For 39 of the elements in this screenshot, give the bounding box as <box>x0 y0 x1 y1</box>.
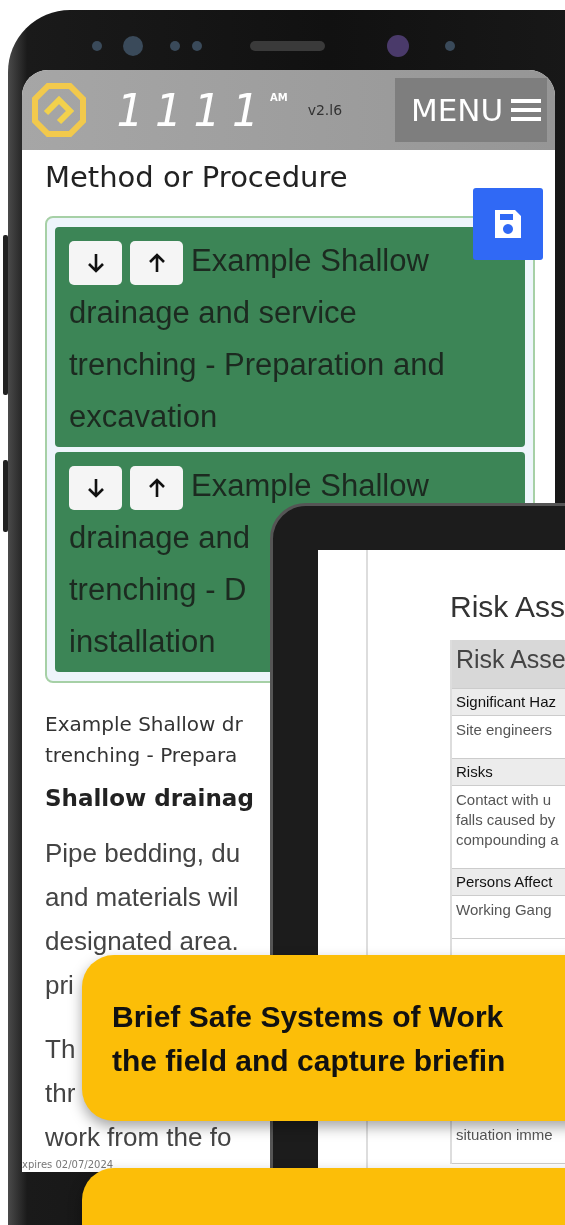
up-arrow-icon <box>147 477 166 499</box>
section-subheading: Shallow drainag <box>45 785 254 811</box>
logo-icon <box>32 83 86 137</box>
up-arrow-icon <box>147 252 166 274</box>
save-button[interactable] <box>473 188 543 260</box>
paragraph-line: and materials wil <box>45 881 239 914</box>
menu-icon <box>511 98 542 122</box>
paragraph-line: Th <box>45 1033 76 1066</box>
version-label: v2.l6 <box>307 102 343 118</box>
logo-suffix: AM <box>269 92 288 103</box>
table-label-cell: Persons Affect <box>452 869 565 896</box>
table-label-cell: Risks <box>452 759 565 786</box>
step-title: Example Shallow <box>191 242 429 280</box>
page-title: Method or Procedure <box>45 160 349 196</box>
table-cell: Working Gang <box>452 896 565 939</box>
move-up-button[interactable] <box>130 241 183 285</box>
step-card[interactable]: Example Shallow drainage and service trenching - Preparation and excavation <box>55 227 525 447</box>
down-arrow-icon <box>86 477 105 499</box>
save-icon <box>495 210 521 238</box>
expiry-note: xpires 02/07/2024 <box>22 1159 114 1170</box>
callout-text: Brief Safe Systems of Work the field and capture briefin <box>112 999 506 1079</box>
table-header: Risk Asse <box>452 640 565 689</box>
document-title: Risk Ass <box>450 590 565 624</box>
logo-text: 1111 <box>116 84 270 136</box>
step-title-continued: drainage and trenching - D installation <box>69 519 250 661</box>
menu-button[interactable]: MENU <box>395 78 547 142</box>
table-label-cell: Significant Haz <box>452 689 565 716</box>
step-title-continued: drainage and service trenching - Preparation and excavation <box>69 294 445 436</box>
paragraph-line: pri <box>45 969 74 1002</box>
move-up-button[interactable] <box>130 466 183 510</box>
down-arrow-icon <box>86 252 105 274</box>
step-title: Example Shallow <box>191 467 429 505</box>
paragraph-line: designated area. <box>45 925 239 958</box>
paragraph-line: thr <box>45 1077 76 1110</box>
move-down-button[interactable] <box>69 241 122 285</box>
paragraph-line: work from the fo <box>45 1121 232 1154</box>
step-heading: Example Shallow dr trenching - Prepara <box>45 711 243 769</box>
paragraph-line: Pipe bedding, du <box>45 837 241 870</box>
move-down-button[interactable] <box>69 466 122 510</box>
